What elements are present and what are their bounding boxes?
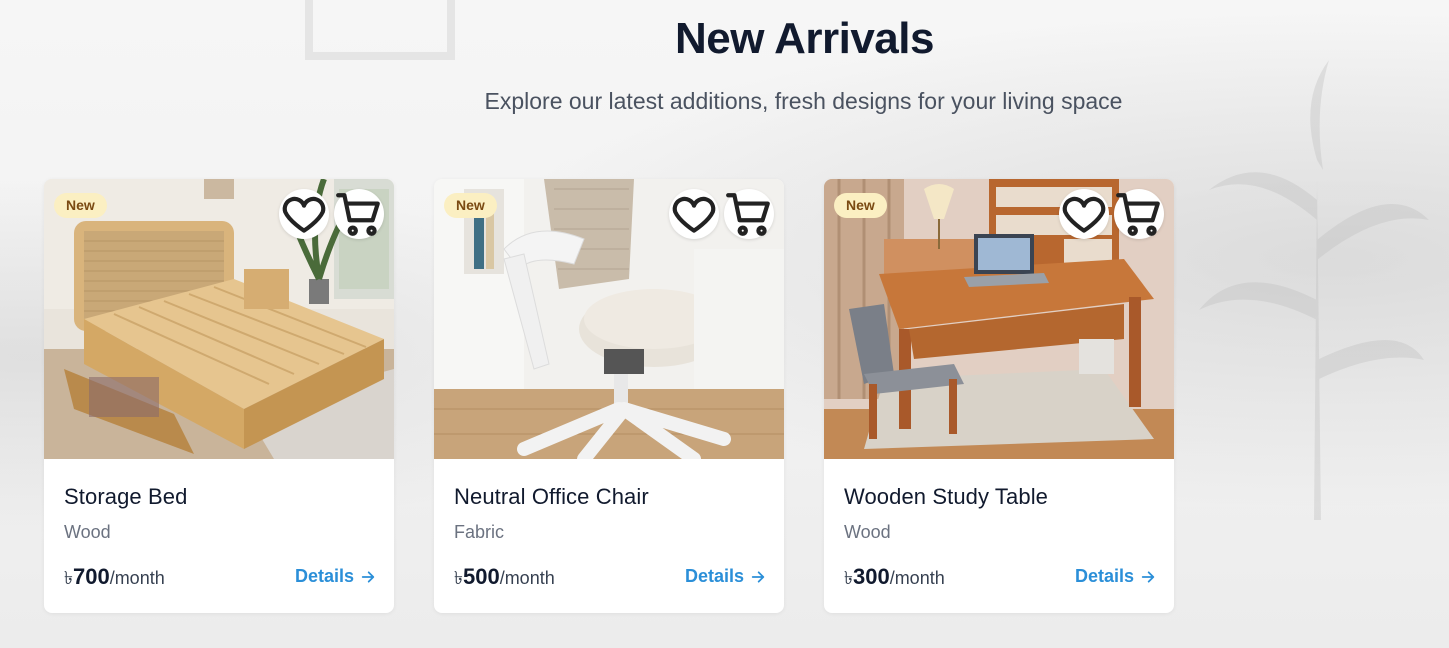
details-label: Details xyxy=(685,566,745,586)
product-name[interactable]: Storage Bed xyxy=(64,484,187,510)
product-image-office-chair[interactable]: New xyxy=(434,179,784,459)
new-badge: New xyxy=(444,193,497,218)
product-material: Wood xyxy=(64,522,111,542)
currency-symbol: ৳ xyxy=(64,568,73,588)
price-amount: 500 xyxy=(462,564,500,589)
add-to-cart-button[interactable] xyxy=(334,189,384,239)
product-material: Fabric xyxy=(454,522,505,542)
product-card-study-table[interactable]: New Wooden Study Table Wood ৳300/month D… xyxy=(824,179,1174,613)
add-to-cart-button[interactable] xyxy=(1114,189,1164,239)
details-label: Details xyxy=(1075,566,1135,586)
product-price: ৳500/month xyxy=(454,564,555,595)
price-period: /month xyxy=(889,568,945,588)
wishlist-button[interactable] xyxy=(669,189,719,239)
details-label: Details xyxy=(295,566,355,586)
background-plant xyxy=(1199,60,1429,520)
product-card-office-chair[interactable]: New Neutral Office Chair Fabric ৳500/mon… xyxy=(434,179,784,613)
product-card-storage-bed[interactable]: New Storage Bed Wood ৳700/month Details xyxy=(44,179,394,613)
currency-symbol: ৳ xyxy=(844,568,853,588)
heart-icon xyxy=(1062,196,1106,233)
arrow-right-icon xyxy=(1141,570,1155,583)
price-amount: 700 xyxy=(72,564,110,589)
price-amount: 300 xyxy=(852,564,890,589)
add-to-cart-button[interactable] xyxy=(724,189,774,239)
new-badge: New xyxy=(834,193,887,218)
product-material: Wood xyxy=(844,522,891,542)
arrow-right-icon xyxy=(361,570,375,583)
details-link[interactable]: Details xyxy=(1075,566,1156,587)
product-price: ৳300/month xyxy=(844,564,945,595)
product-name[interactable]: Wooden Study Table xyxy=(844,484,1048,510)
price-period: /month xyxy=(499,568,555,588)
product-image-study-table[interactable]: New xyxy=(824,179,1174,459)
arrow-right-icon xyxy=(751,570,765,583)
section-subtitle: Explore our latest additions, fresh desi… xyxy=(484,88,1123,114)
cart-icon xyxy=(726,193,770,236)
product-image-storage-bed[interactable]: New xyxy=(44,179,394,459)
product-price: ৳700/month xyxy=(64,564,165,595)
new-badge: New xyxy=(54,193,107,218)
currency-symbol: ৳ xyxy=(454,568,463,588)
cart-icon xyxy=(1116,193,1160,236)
details-link[interactable]: Details xyxy=(295,566,376,587)
details-link[interactable]: Details xyxy=(685,566,766,587)
heart-icon xyxy=(672,196,716,233)
wishlist-button[interactable] xyxy=(279,189,329,239)
price-period: /month xyxy=(109,568,165,588)
cart-icon xyxy=(336,193,380,236)
heart-icon xyxy=(282,196,326,233)
section-title: New Arrivals xyxy=(675,14,934,63)
wishlist-button[interactable] xyxy=(1059,189,1109,239)
product-name[interactable]: Neutral Office Chair xyxy=(454,484,649,510)
